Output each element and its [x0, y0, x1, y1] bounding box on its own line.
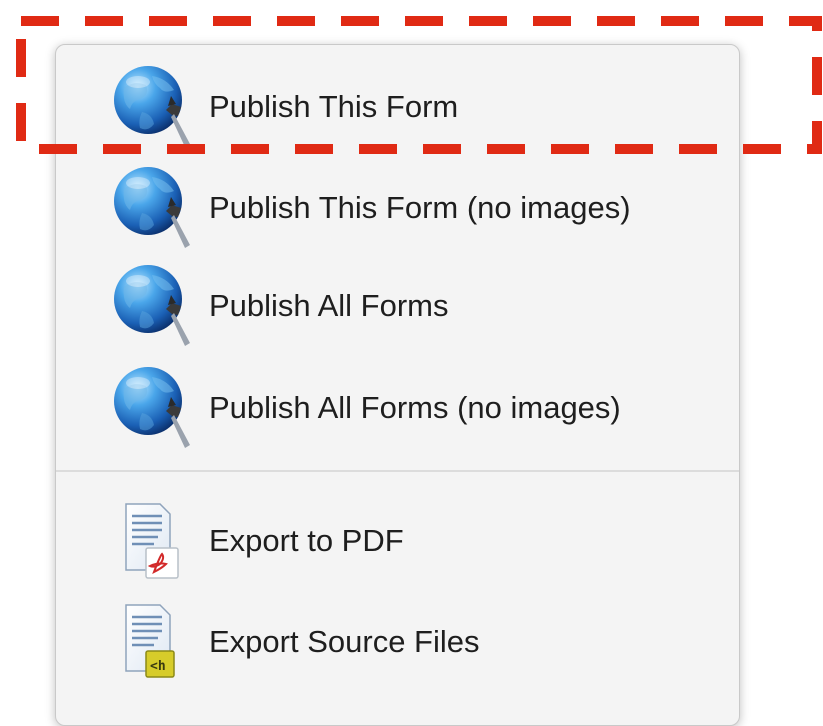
globe-icon	[114, 367, 190, 448]
menu-item-label: Publish This Form (no images)	[209, 190, 631, 225]
menu-item-label: Publish This Form	[209, 89, 459, 124]
globe-icon	[114, 66, 190, 147]
menu-item-publish-all-forms[interactable]: Publish All Forms	[56, 257, 739, 355]
menu-item-label: Export Source Files	[209, 624, 480, 659]
globe-icon	[114, 265, 190, 346]
menu-item-label: Publish All Forms (no images)	[209, 390, 621, 425]
pdf-document-icon	[125, 503, 179, 579]
menu-separator	[56, 470, 739, 472]
menu-item-export-to-pdf[interactable]: Export to PDF	[56, 492, 739, 590]
menu-item-label: Publish All Forms	[209, 288, 449, 323]
svg-text:<h: <h	[150, 659, 166, 674]
menu-item-export-source-files[interactable]: <h Export Source Files	[56, 593, 739, 691]
publish-menu: Publish This Form Publish This Form (no …	[55, 44, 740, 726]
menu-item-publish-this-form[interactable]: Publish This Form	[56, 58, 739, 156]
html-document-icon: <h	[125, 604, 175, 678]
menu-item-label: Export to PDF	[209, 523, 404, 558]
globe-icon	[114, 167, 190, 248]
menu-item-publish-this-form-no-images[interactable]: Publish This Form (no images)	[56, 159, 739, 257]
menu-item-publish-all-forms-no-images[interactable]: Publish All Forms (no images)	[56, 359, 739, 457]
